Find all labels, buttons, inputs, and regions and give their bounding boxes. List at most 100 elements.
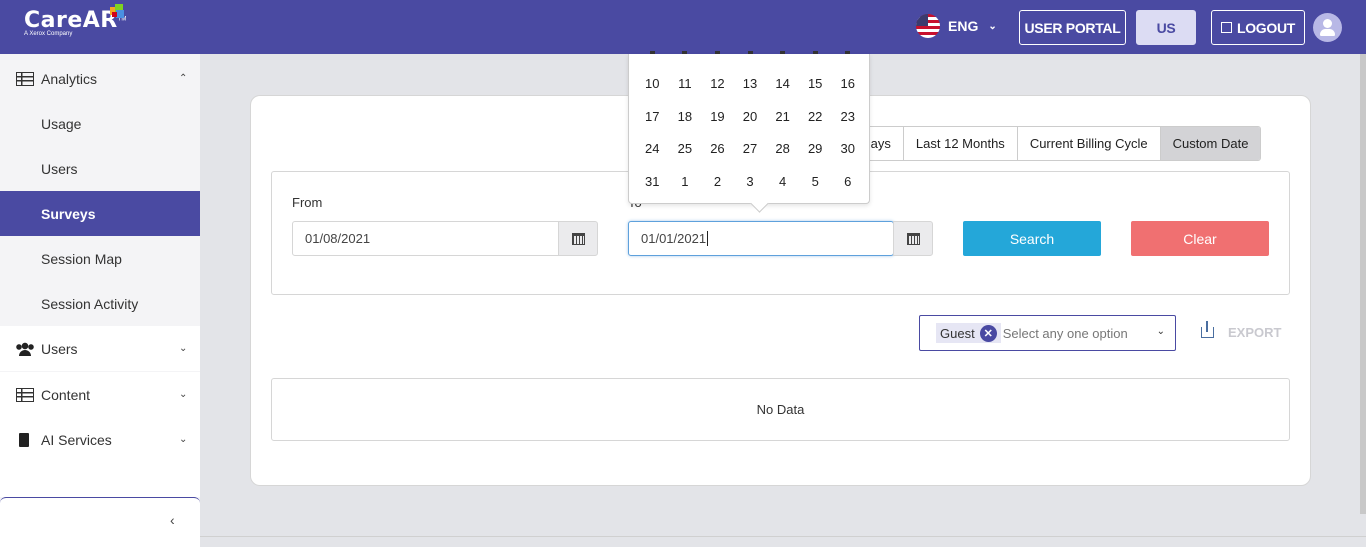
chevron-down-icon: ⌄ <box>988 20 997 32</box>
tab-last-12-months[interactable]: Last 12 Months <box>903 127 1018 160</box>
search-button[interactable]: Search <box>963 221 1101 256</box>
calendar-day[interactable]: 4 <box>766 174 799 189</box>
calendar-icon <box>906 232 920 245</box>
calendar-day[interactable]: 29 <box>799 141 832 156</box>
calendar-day[interactable]: 22 <box>799 109 832 124</box>
calendar-day[interactable]: 26 <box>701 141 734 156</box>
tab-custom-date[interactable]: Custom Date <box>1160 127 1261 160</box>
footer-divider <box>200 536 1366 537</box>
user-type-select[interactable]: Guest ✕ Select any one option ⌄ <box>919 315 1176 351</box>
calendar-day[interactable]: 28 <box>766 141 799 156</box>
sidebar-item-users[interactable]: Users ⌄ <box>0 326 200 371</box>
chevron-down-icon: ⌄ <box>1156 326 1165 337</box>
sidebar-item-label: Usage <box>41 115 82 132</box>
calendar-day[interactable]: 13 <box>734 76 767 91</box>
language-label: ENG <box>948 18 979 34</box>
tab-current-billing-cycle[interactable]: Current Billing Cycle <box>1017 127 1161 160</box>
date-range-tabs: t 30 Days Last 12 Months Current Billing… <box>835 126 1262 161</box>
brand-name: CareAR <box>24 8 118 33</box>
chevron-down-icon: ⌄ <box>179 343 188 354</box>
calendar-day[interactable]: 11 <box>669 76 702 91</box>
page-scrollbar[interactable] <box>1360 54 1366 514</box>
calendar-day[interactable]: 24 <box>636 141 669 156</box>
sidebar-item-session-activity[interactable]: Session Activity <box>0 281 200 326</box>
sidebar-item-label: Surveys <box>41 205 96 222</box>
table-icon <box>16 387 34 402</box>
sidebar-item-label: AI Services <box>41 431 112 448</box>
calendar-day[interactable]: 18 <box>669 109 702 124</box>
sidebar-item-label: Analytics <box>41 70 98 87</box>
chevron-down-icon: ⌄ <box>179 389 188 400</box>
logo-cube-icon <box>110 4 124 18</box>
calendar-day[interactable]: 19 <box>701 109 734 124</box>
sidebar-item-session-map[interactable]: Session Map <box>0 236 200 281</box>
calendar-day[interactable]: 16 <box>831 76 864 91</box>
calendar-day[interactable]: 25 <box>669 141 702 156</box>
select-placeholder: Select any one option <box>1002 325 1128 341</box>
top-bar: CareARTM A Xerox Company ENG ⌄ USER PORT… <box>0 0 1366 54</box>
clear-button[interactable]: Clear <box>1131 221 1269 256</box>
sidebar-item-users-analytics[interactable]: Users <box>0 146 200 191</box>
to-date-value: 01/01/2021 <box>641 231 707 246</box>
logo[interactable]: CareARTM A Xerox Company <box>24 4 126 37</box>
collapse-sidebar-icon[interactable]: ‹ <box>170 512 175 528</box>
selected-tag: Guest ✕ <box>936 323 1001 343</box>
calendar-day[interactable]: 21 <box>766 109 799 124</box>
sidebar-item-surveys[interactable]: Surveys <box>0 191 200 236</box>
user-portal-button[interactable]: USER PORTAL <box>1019 10 1126 45</box>
calendar-day[interactable]: 30 <box>831 141 864 156</box>
avatar[interactable] <box>1313 13 1342 42</box>
calendar-week-row: 17 18 19 20 21 22 23 <box>636 109 864 124</box>
from-label: From <box>292 195 323 210</box>
calendar-day[interactable]: 17 <box>636 109 669 124</box>
sidebar-item-label: Users <box>41 340 78 357</box>
logout-label: LOGOUT <box>1236 19 1296 36</box>
calendar-day[interactable]: 20 <box>734 109 767 124</box>
text-caret <box>707 231 709 246</box>
empty-state-text: No Data <box>756 402 805 417</box>
sidebar-item-label: Session Map <box>41 250 122 267</box>
table-icon <box>16 71 34 86</box>
calendar-day[interactable]: 14 <box>766 76 799 91</box>
calendar-day[interactable]: 15 <box>799 76 832 91</box>
language-selector[interactable]: ENG ⌄ <box>916 14 997 38</box>
sidebar-item-label: Users <box>41 160 78 177</box>
upload-icon <box>1201 321 1214 338</box>
remove-tag-icon[interactable]: ✕ <box>979 324 997 342</box>
calendar-day[interactable]: 27 <box>734 141 767 156</box>
calendar-row-partial <box>636 51 864 57</box>
logout-icon <box>1220 22 1232 33</box>
sidebar-item-content[interactable]: Content ⌄ <box>0 372 200 417</box>
to-calendar-button[interactable] <box>893 221 933 256</box>
from-calendar-button[interactable] <box>558 221 598 256</box>
sidebar: Analytics ⌃ Usage Users Surveys Session … <box>0 54 200 547</box>
sidebar-item-label: Content <box>41 386 91 403</box>
chevron-down-icon: ⌄ <box>179 434 188 445</box>
region-button[interactable]: US <box>1136 10 1196 45</box>
calendar-day[interactable]: 23 <box>831 109 864 124</box>
calendar-day[interactable]: 3 <box>734 174 767 189</box>
calendar-day[interactable]: 6 <box>831 174 864 189</box>
data-table: No Data <box>271 378 1290 441</box>
calendar-day[interactable]: 10 <box>636 76 669 91</box>
sidebar-item-ai-services[interactable]: AI Services ⌄ <box>0 417 200 462</box>
to-date-input[interactable]: 01/01/2021 <box>628 221 894 256</box>
calendar-day[interactable]: 5 <box>799 174 832 189</box>
calendar-icon <box>571 232 585 245</box>
export-label: EXPORT <box>1228 325 1282 340</box>
export-button[interactable]: EXPORT <box>1201 321 1282 340</box>
chevron-up-icon: ⌃ <box>179 73 188 84</box>
users-icon <box>16 341 34 356</box>
tag-label: Guest <box>940 325 975 341</box>
logout-button[interactable]: LOGOUT <box>1211 10 1305 45</box>
sidebar-item-analytics[interactable]: Analytics ⌃ <box>0 56 200 101</box>
sidebar-item-label: Session Activity <box>41 295 139 312</box>
calendar-week-row: 31 1 2 3 4 5 6 <box>636 174 864 189</box>
calendar-day[interactable]: 31 <box>636 174 669 189</box>
calendar-day[interactable]: 12 <box>701 76 734 91</box>
calendar-day[interactable]: 1 <box>669 174 702 189</box>
from-date-input[interactable]: 01/08/2021 <box>292 221 559 256</box>
sidebar-item-usage[interactable]: Usage <box>0 101 200 146</box>
date-picker-popup: 10 11 12 13 14 15 16 17 18 19 20 21 22 2… <box>628 51 870 204</box>
calendar-day[interactable]: 2 <box>701 174 734 189</box>
